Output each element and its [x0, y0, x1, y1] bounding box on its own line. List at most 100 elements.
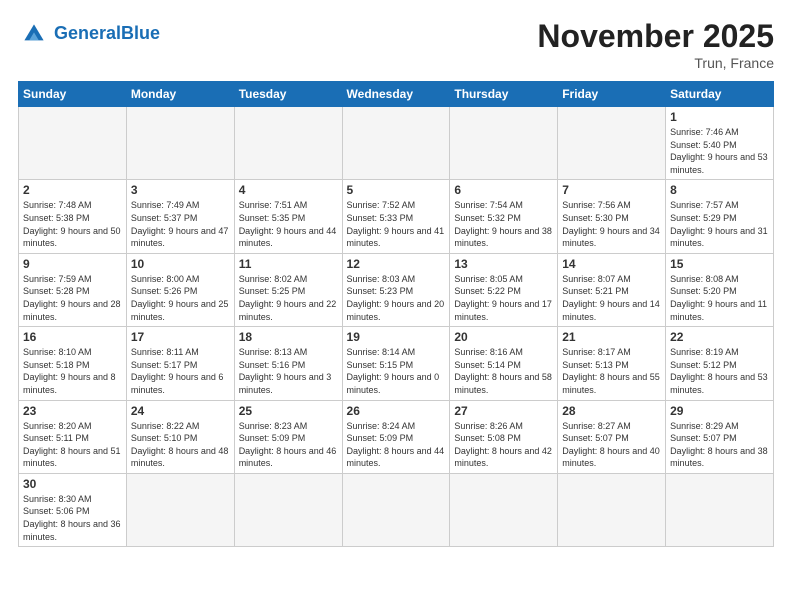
col-wednesday: Wednesday [342, 82, 450, 107]
day-number: 1 [670, 110, 769, 124]
calendar-cell: 6 Sunrise: 7:54 AMSunset: 5:32 PMDaylight… [450, 180, 558, 253]
day-info: Sunrise: 8:03 AMSunset: 5:23 PMDaylight:… [347, 273, 446, 323]
calendar-cell [342, 473, 450, 546]
day-info: Sunrise: 7:54 AMSunset: 5:32 PMDaylight:… [454, 199, 553, 249]
day-info: Sunrise: 7:56 AMSunset: 5:30 PMDaylight:… [562, 199, 661, 249]
calendar-cell: 26Sunrise: 8:24 AMSunset: 5:09 PMDayligh… [342, 400, 450, 473]
calendar-cell: 15 Sunrise: 8:08 AMSunset: 5:20 PMDayligh… [666, 253, 774, 326]
day-number: 18 [239, 330, 338, 344]
calendar-cell: 10 Sunrise: 8:00 AMSunset: 5:26 PMDayligh… [126, 253, 234, 326]
calendar-cell: 4 Sunrise: 7:51 AMSunset: 5:35 PMDaylight… [234, 180, 342, 253]
calendar-cell: 16Sunrise: 8:10 AMSunset: 5:18 PMDayligh… [19, 327, 127, 400]
calendar-week-row: 1Sunrise: 7:46 AMSunset: 5:40 PMDaylight… [19, 107, 774, 180]
day-number: 8 [670, 183, 769, 197]
day-number: 22 [670, 330, 769, 344]
title-block: November 2025 Trun, France [537, 18, 774, 71]
calendar-cell: 17Sunrise: 8:11 AMSunset: 5:17 PMDayligh… [126, 327, 234, 400]
day-number: 5 [347, 183, 446, 197]
calendar-cell [234, 473, 342, 546]
calendar-cell: 8 Sunrise: 7:57 AMSunset: 5:29 PMDaylight… [666, 180, 774, 253]
day-info: Sunrise: 8:27 AMSunset: 5:07 PMDaylight:… [562, 420, 661, 470]
calendar-body: 1Sunrise: 7:46 AMSunset: 5:40 PMDaylight… [19, 107, 774, 547]
day-number: 14 [562, 257, 661, 271]
calendar-cell: 23 Sunrise: 8:20 AMSunset: 5:11 PMDayligh… [19, 400, 127, 473]
col-friday: Friday [558, 82, 666, 107]
col-sunday: Sunday [19, 82, 127, 107]
day-number: 20 [454, 330, 553, 344]
day-info: Sunrise: 8:22 AMSunset: 5:10 PMDaylight:… [131, 420, 230, 470]
logo-general: General [54, 23, 121, 43]
day-info: Sunrise: 8:23 AMSunset: 5:09 PMDaylight:… [239, 420, 338, 470]
calendar-cell [342, 107, 450, 180]
day-info: Sunrise: 7:48 AMSunset: 5:38 PMDaylight:… [23, 199, 122, 249]
day-number: 7 [562, 183, 661, 197]
day-number: 6 [454, 183, 553, 197]
page: GeneralBlue November 2025 Trun, France S… [0, 0, 792, 557]
calendar-cell: 11Sunrise: 8:02 AMSunset: 5:25 PMDayligh… [234, 253, 342, 326]
day-info: Sunrise: 8:08 AMSunset: 5:20 PMDaylight:… [670, 273, 769, 323]
calendar-cell: 27Sunrise: 8:26 AMSunset: 5:08 PMDayligh… [450, 400, 558, 473]
calendar-cell: 30Sunrise: 8:30 AMSunset: 5:06 PMDayligh… [19, 473, 127, 546]
day-number: 19 [347, 330, 446, 344]
day-info: Sunrise: 8:00 AMSunset: 5:26 PMDaylight:… [131, 273, 230, 323]
calendar-cell [666, 473, 774, 546]
calendar-cell: 2 Sunrise: 7:48 AMSunset: 5:38 PMDaylight… [19, 180, 127, 253]
logo: GeneralBlue [18, 18, 160, 50]
calendar-cell: 28 Sunrise: 8:27 AMSunset: 5:07 PMDayligh… [558, 400, 666, 473]
day-info: Sunrise: 8:16 AMSunset: 5:14 PMDaylight:… [454, 346, 553, 396]
calendar-week-row: 30Sunrise: 8:30 AMSunset: 5:06 PMDayligh… [19, 473, 774, 546]
day-number: 25 [239, 404, 338, 418]
calendar-cell: 1Sunrise: 7:46 AMSunset: 5:40 PMDaylight… [666, 107, 774, 180]
calendar-cell [126, 473, 234, 546]
day-number: 12 [347, 257, 446, 271]
calendar-cell: 21 Sunrise: 8:17 AMSunset: 5:13 PMDayligh… [558, 327, 666, 400]
calendar-week-row: 23 Sunrise: 8:20 AMSunset: 5:11 PMDayligh… [19, 400, 774, 473]
day-number: 17 [131, 330, 230, 344]
calendar-cell: 9 Sunrise: 7:59 AMSunset: 5:28 PMDaylight… [19, 253, 127, 326]
calendar-cell [234, 107, 342, 180]
col-thursday: Thursday [450, 82, 558, 107]
day-number: 26 [347, 404, 446, 418]
day-info: Sunrise: 8:19 AMSunset: 5:12 PMDaylight:… [670, 346, 769, 396]
day-number: 15 [670, 257, 769, 271]
day-number: 9 [23, 257, 122, 271]
day-number: 2 [23, 183, 122, 197]
day-info: Sunrise: 8:20 AMSunset: 5:11 PMDaylight:… [23, 420, 122, 470]
logo-blue: Blue [121, 23, 160, 43]
day-info: Sunrise: 7:57 AMSunset: 5:29 PMDaylight:… [670, 199, 769, 249]
calendar-cell: 5 Sunrise: 7:52 AMSunset: 5:33 PMDaylight… [342, 180, 450, 253]
col-tuesday: Tuesday [234, 82, 342, 107]
location: Trun, France [537, 55, 774, 71]
header-row: Sunday Monday Tuesday Wednesday Thursday… [19, 82, 774, 107]
day-number: 28 [562, 404, 661, 418]
day-number: 4 [239, 183, 338, 197]
calendar-cell: 3Sunrise: 7:49 AMSunset: 5:37 PMDaylight… [126, 180, 234, 253]
calendar-cell [558, 473, 666, 546]
day-number: 23 [23, 404, 122, 418]
generalblue-logo-icon [18, 18, 50, 50]
day-info: Sunrise: 7:59 AMSunset: 5:28 PMDaylight:… [23, 273, 122, 323]
calendar-week-row: 9 Sunrise: 7:59 AMSunset: 5:28 PMDaylight… [19, 253, 774, 326]
day-info: Sunrise: 8:07 AMSunset: 5:21 PMDaylight:… [562, 273, 661, 323]
day-info: Sunrise: 8:17 AMSunset: 5:13 PMDaylight:… [562, 346, 661, 396]
day-number: 30 [23, 477, 122, 491]
day-info: Sunrise: 7:52 AMSunset: 5:33 PMDaylight:… [347, 199, 446, 249]
month-title: November 2025 [537, 18, 774, 55]
calendar-cell: 20 Sunrise: 8:16 AMSunset: 5:14 PMDayligh… [450, 327, 558, 400]
day-info: Sunrise: 8:14 AMSunset: 5:15 PMDaylight:… [347, 346, 446, 396]
logo-text: GeneralBlue [54, 24, 160, 44]
calendar-cell: 29Sunrise: 8:29 AMSunset: 5:07 PMDayligh… [666, 400, 774, 473]
col-saturday: Saturday [666, 82, 774, 107]
day-number: 21 [562, 330, 661, 344]
day-info: Sunrise: 7:51 AMSunset: 5:35 PMDaylight:… [239, 199, 338, 249]
day-number: 24 [131, 404, 230, 418]
calendar-cell [450, 473, 558, 546]
calendar-cell: 7 Sunrise: 7:56 AMSunset: 5:30 PMDaylight… [558, 180, 666, 253]
calendar-cell [19, 107, 127, 180]
calendar-cell: 18Sunrise: 8:13 AMSunset: 5:16 PMDayligh… [234, 327, 342, 400]
day-info: Sunrise: 8:05 AMSunset: 5:22 PMDaylight:… [454, 273, 553, 323]
day-number: 10 [131, 257, 230, 271]
calendar-cell: 25 Sunrise: 8:23 AMSunset: 5:09 PMDayligh… [234, 400, 342, 473]
calendar-cell: 13Sunrise: 8:05 AMSunset: 5:22 PMDayligh… [450, 253, 558, 326]
calendar-cell [126, 107, 234, 180]
